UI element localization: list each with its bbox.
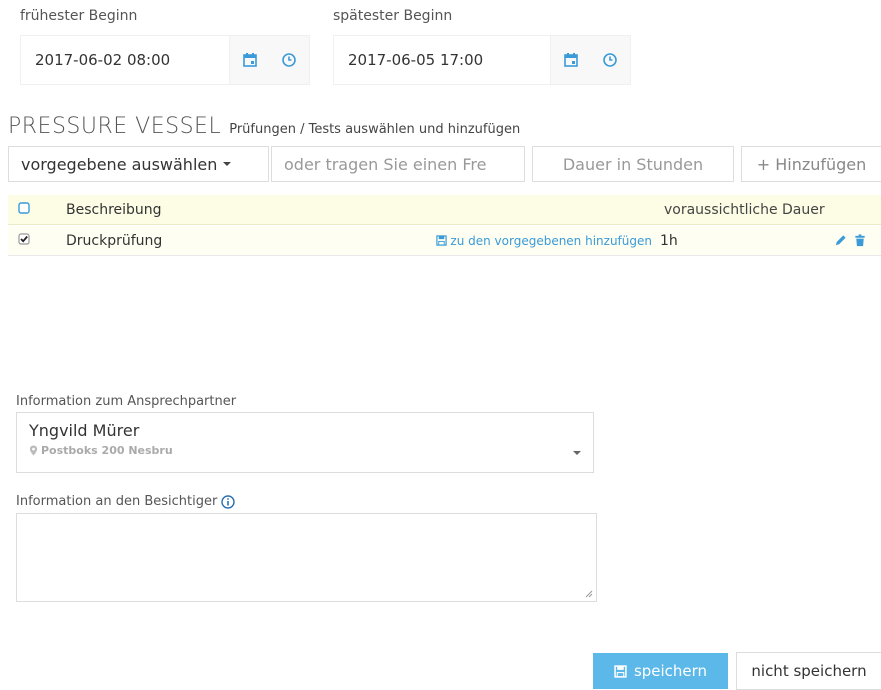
- calendar-icon[interactable]: [229, 36, 269, 84]
- save-icon: [436, 235, 448, 246]
- section-header: PRESSURE VESSEL Prüfungen / Tests auswäh…: [8, 114, 520, 139]
- clock-icon[interactable]: [269, 36, 309, 84]
- table-row: Druckprüfung zu den vorgegebenen hinzufü…: [8, 226, 881, 256]
- contact-label: Information zum Ansprechpartner: [16, 394, 237, 409]
- header-description: Beschreibung: [66, 201, 162, 218]
- row-description: Druckprüfung: [66, 232, 163, 249]
- pencil-icon[interactable]: [830, 234, 850, 247]
- map-marker-icon: [29, 445, 38, 456]
- floppy-icon: [614, 664, 627, 678]
- earliest-start-picker: 2017-06-02 08:00: [20, 35, 310, 85]
- earliest-start-label: frühester Beginn: [20, 8, 138, 24]
- clock-icon[interactable]: [590, 36, 630, 84]
- contact-name: Yngvild Mürer: [29, 421, 140, 440]
- earliest-start-value[interactable]: 2017-06-02 08:00: [21, 36, 229, 84]
- row-duration: 1h: [660, 232, 678, 249]
- section-subtitle: Prüfungen / Tests auswählen und hinzufüg…: [229, 122, 521, 137]
- inspector-label: Information an den Besichtiger: [16, 494, 218, 509]
- save-button[interactable]: speichern: [593, 653, 728, 689]
- predefined-select-button[interactable]: vorgegebene auswählen: [8, 146, 269, 182]
- contact-select[interactable]: Yngvild Mürer Postboks 200 Nesbru: [16, 412, 594, 473]
- latest-start-picker: 2017-06-05 17:00: [333, 35, 631, 85]
- save-label: speichern: [633, 662, 708, 680]
- resize-handle-icon[interactable]: [585, 590, 593, 598]
- table-header: Beschreibung voraussichtliche Dauer: [8, 195, 881, 225]
- header-duration: voraussichtliche Dauer: [664, 201, 825, 218]
- calendar-icon[interactable]: [550, 36, 590, 84]
- duration-input[interactable]: Dauer in Stunden: [532, 146, 734, 182]
- trash-icon[interactable]: [850, 234, 870, 247]
- predefined-select-label: vorgegebene auswählen: [21, 154, 218, 174]
- inspector-textarea[interactable]: [16, 513, 597, 602]
- contact-address: Postboks 200 Nesbru: [41, 444, 173, 457]
- row-checkbox[interactable]: [8, 232, 66, 249]
- section-title: PRESSURE VESSEL: [8, 114, 222, 139]
- select-all-checkbox[interactable]: [8, 201, 66, 218]
- contact-address-row: Postboks 200 Nesbru: [29, 444, 581, 457]
- add-to-predefined-link[interactable]: zu den vorgegebenen hinzufügen: [406, 234, 660, 248]
- caret-down-icon: [573, 451, 581, 455]
- inspector-label-row: Information an den Besichtiger: [16, 494, 236, 509]
- latest-start-value[interactable]: 2017-06-05 17:00: [334, 36, 550, 84]
- latest-start-label: spätester Beginn: [333, 8, 453, 24]
- caret-down-icon: [223, 162, 232, 166]
- cancel-button[interactable]: nicht speichern: [736, 652, 881, 690]
- info-icon[interactable]: [221, 494, 236, 509]
- add-to-predefined-label: zu den vorgegebenen hinzufügen: [450, 233, 652, 248]
- add-button[interactable]: + Hinzufügen: [741, 146, 881, 182]
- free-text-input[interactable]: oder tragen Sie einen Fre: [271, 146, 525, 182]
